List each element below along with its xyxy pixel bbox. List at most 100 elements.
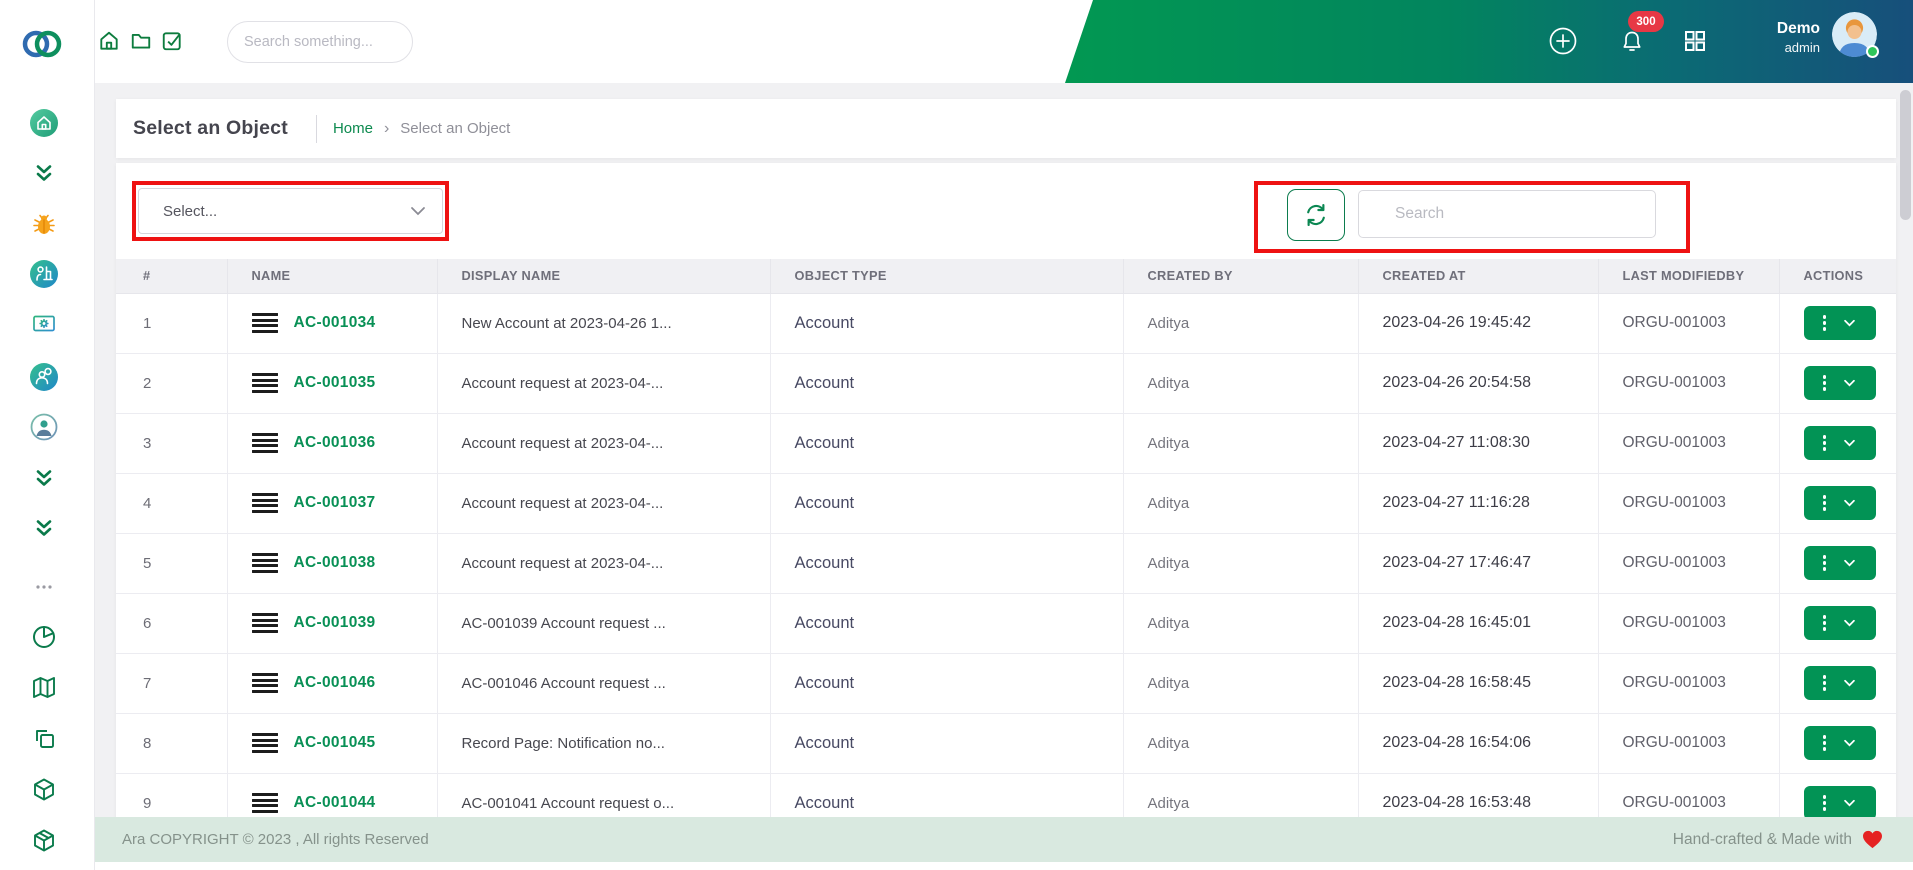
row-actions-button[interactable] [1803,786,1876,820]
cell-actions [1779,533,1896,594]
cell-created-by: Aditya [1123,473,1359,534]
title-divider [315,114,317,143]
table-row: 1 AC-001034 New Account at 2023-04-26 1.… [116,293,1896,354]
sidebar-double-chevron-icon[interactable] [29,158,59,188]
cell-actions [1779,773,1896,823]
apps-grid-icon[interactable] [1682,28,1708,59]
sidebar-bug-icon[interactable] [29,209,59,239]
object-name-link[interactable]: AC-001045 [294,734,376,752]
cell-display-name: Account request at 2023-04-... [437,473,771,534]
cell-created-at: 2023-04-27 11:16:28 [1358,473,1599,534]
cell-index: 5 [116,533,228,594]
row-menu-icon[interactable] [251,432,278,454]
object-name-link[interactable]: AC-001037 [294,494,376,512]
sidebar-user-profile-icon[interactable] [29,412,59,442]
cell-last-modifiedby: ORGU-001003 [1598,713,1780,774]
cell-object-type: Account [770,653,1124,714]
sidebar-package-icon[interactable] [29,826,59,856]
object-name-link[interactable]: AC-001046 [294,674,376,692]
sidebar [0,0,95,870]
kebab-menu-icon [1822,495,1827,511]
row-actions-button[interactable] [1803,546,1876,580]
credit-text: Hand-crafted & Made with [1672,830,1852,848]
user-block[interactable]: Demo admin [1712,19,1820,56]
task-check-icon[interactable] [161,30,183,52]
sidebar-monitor-settings-icon[interactable] [29,311,59,341]
row-actions-button[interactable] [1803,606,1876,640]
user-name: Demo [1776,20,1820,37]
col-header-index: # [116,259,228,294]
brand-logo-icon[interactable] [19,25,63,61]
row-menu-icon[interactable] [251,552,278,574]
cell-created-at: 2023-04-28 16:53:48 [1358,773,1599,823]
object-name-link[interactable]: AC-001035 [294,374,376,392]
sidebar-cube-icon[interactable] [29,775,59,805]
credit-text-wrap: Hand-crafted & Made with [1673,830,1883,849]
row-actions-button[interactable] [1803,726,1876,760]
row-menu-icon[interactable] [251,492,278,514]
sidebar-home-icon[interactable] [29,108,59,138]
cell-last-modifiedby: ORGU-001003 [1598,533,1780,594]
object-name-link[interactable]: AC-001044 [294,794,376,812]
table-row: 9 AC-001044 AC-001041 Account request o.… [116,773,1896,823]
row-menu-icon[interactable] [251,672,278,694]
row-actions-button[interactable] [1803,426,1876,460]
table-row: 4 AC-001037 Account request at 2023-04-.… [116,473,1896,534]
sidebar-pie-chart-icon[interactable] [29,622,59,652]
col-header-object-type: OBJECT TYPE [770,259,1124,294]
topbar: 300 Demo admin [0,0,1913,83]
cell-last-modifiedby: ORGU-001003 [1598,593,1780,654]
object-name-link[interactable]: AC-001038 [294,554,376,572]
home-icon[interactable] [98,30,120,52]
row-actions-button[interactable] [1803,486,1876,520]
chevron-down-icon [411,207,425,216]
col-header-actions: ACTIONS [1779,259,1896,294]
object-name-link[interactable]: AC-001034 [294,314,376,332]
add-icon[interactable] [1548,26,1578,61]
cell-actions [1779,593,1896,654]
kebab-menu-icon [1822,795,1827,811]
breadcrumb: Home › Select an Object [333,120,510,138]
scrollbar[interactable] [1900,90,1911,220]
notification-count-badge: 300 [1628,11,1664,32]
object-name-link[interactable]: AC-001039 [294,614,376,632]
col-header-name: NAME [227,259,438,294]
table-search-input[interactable] [1359,191,1655,237]
sidebar-copy-icon[interactable] [29,724,59,754]
row-actions-button[interactable] [1803,306,1876,340]
row-menu-icon[interactable] [251,312,278,334]
global-search-input[interactable] [228,22,412,62]
cell-index: 3 [116,413,228,474]
refresh-button[interactable] [1287,189,1345,241]
cell-created-by: Aditya [1123,713,1359,774]
sidebar-more-options-icon[interactable] [29,572,59,602]
cell-display-name: Record Page: Notification no... [437,713,771,774]
sidebar-double-chevron-icon-2[interactable] [29,463,59,493]
cell-name: AC-001045 [227,713,438,774]
avatar[interactable] [1832,12,1879,58]
row-menu-icon[interactable] [251,372,278,394]
breadcrumb-home-link[interactable]: Home [333,120,373,137]
object-select-dropdown[interactable]: Select... [138,188,443,234]
cell-name: AC-001034 [227,293,438,354]
row-menu-icon[interactable] [251,612,278,634]
cell-last-modifiedby: ORGU-001003 [1598,773,1780,823]
row-actions-button[interactable] [1803,666,1876,700]
sidebar-user-search-icon[interactable] [29,362,59,392]
cell-index: 8 [116,713,228,774]
row-menu-icon[interactable] [251,732,278,754]
notifications-bell-icon[interactable] [1619,29,1645,60]
sidebar-service-desk-icon[interactable] [29,259,59,289]
sidebar-double-chevron-icon-3[interactable] [29,513,59,543]
folder-icon[interactable] [130,30,152,52]
row-menu-icon[interactable] [251,792,278,814]
kebab-menu-icon [1822,735,1827,751]
cell-created-by: Aditya [1123,653,1359,714]
object-name-link[interactable]: AC-001036 [294,434,376,452]
cell-created-by: Aditya [1123,593,1359,654]
row-actions-button[interactable] [1803,366,1876,400]
cell-created-by: Aditya [1123,413,1359,474]
cell-last-modifiedby: ORGU-001003 [1598,413,1780,474]
sidebar-map-icon[interactable] [29,673,59,703]
breadcrumb-current: Select an Object [400,120,511,137]
